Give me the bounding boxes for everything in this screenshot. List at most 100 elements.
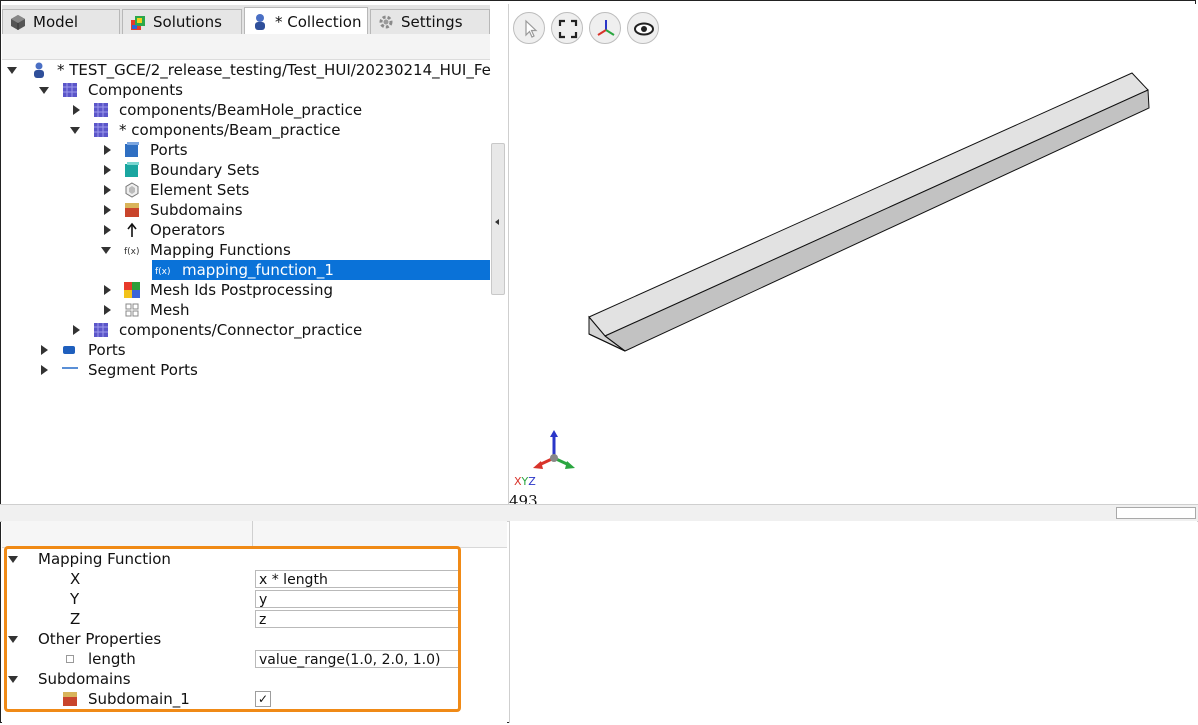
prop-z-field[interactable]: z (255, 610, 459, 628)
prop-subdomain-1-label: Subdomain_1 (88, 690, 190, 708)
prop-row-z: Z z (2, 609, 507, 629)
tree-mesh-label: Mesh (150, 301, 190, 319)
expand-arrow-icon[interactable] (8, 556, 18, 563)
expand-arrow-icon[interactable] (8, 676, 18, 683)
expand-arrow-icon[interactable] (101, 247, 111, 254)
expand-arrow-icon[interactable] (104, 285, 111, 295)
axis-label-z: Z (528, 475, 536, 488)
tab-solutions-label: Solutions (153, 13, 222, 31)
expand-arrow-icon[interactable] (104, 165, 111, 175)
components-cube-icon (62, 82, 78, 98)
prop-y-label: Y (70, 590, 80, 608)
tab-bar: Model Solutions * Collection Settings (2, 5, 490, 35)
tree-mesh-ids-label: Mesh Ids Postprocessing (150, 281, 334, 299)
prop-row-x: X x * length (2, 569, 507, 589)
mesh-ids-icon (124, 282, 140, 298)
tree-boundary-sets-label: Boundary Sets (150, 161, 260, 179)
tree-mapping-function-1-label: mapping_function_1 (179, 260, 337, 280)
expand-arrow-icon[interactable] (104, 145, 111, 155)
tree-toolbar-strip (2, 34, 490, 60)
prop-length-label: length (88, 650, 136, 668)
collection-icon (31, 62, 47, 78)
collapse-arrow-icon[interactable] (495, 219, 499, 225)
property-header (2, 521, 507, 548)
expand-arrow-icon[interactable] (8, 636, 18, 643)
component-cube-icon (93, 122, 109, 138)
expand-arrow-icon[interactable] (104, 185, 111, 195)
gear-icon (377, 13, 395, 31)
tab-collection[interactable]: * Collection (244, 7, 368, 35)
tree-ports-inner-label: Ports (150, 141, 188, 159)
component-cube-icon (93, 322, 109, 338)
prop-group-other-label: Other Properties (38, 630, 162, 648)
prop-group-subdomains-label: Subdomains (38, 670, 131, 688)
tree-ports-label: Ports (88, 341, 126, 359)
axis-label-x: X (514, 475, 522, 488)
segment-ports-icon (62, 362, 78, 378)
tree-root-label: * TEST_GCE/2_release_testing/Test_HUI/20… (57, 61, 491, 79)
tree-mapping-functions-label: Mapping Functions (150, 241, 291, 259)
ports-icon (124, 142, 140, 158)
property-panel: Mapping Function X x * length Y y Z z Ot… (2, 521, 507, 723)
expand-arrow-icon[interactable] (104, 225, 111, 235)
3d-viewport[interactable]: XYZ 493 (508, 4, 1197, 510)
horizontal-scrollbar[interactable] (1116, 507, 1196, 519)
solutions-cube-icon (129, 13, 147, 31)
collection-icon (251, 13, 269, 31)
svg-text:f(x): f(x) (155, 267, 171, 277)
prop-row-subdomain-1: Subdomain_1 ✓ (2, 689, 507, 709)
mesh-grid-icon (124, 302, 140, 318)
svg-text:f(x): f(x) (124, 247, 140, 257)
tree-operators-label: Operators (150, 221, 225, 239)
tree-subdomains-label: Subdomains (150, 201, 243, 219)
operators-arrow-icon (124, 222, 140, 238)
tree-components-label: Components (88, 81, 183, 99)
expand-arrow-icon[interactable] (39, 87, 49, 94)
element-sets-hexagon-icon (124, 182, 140, 198)
axes-triad (533, 430, 575, 469)
beam-model[interactable] (509, 4, 1197, 504)
tree-beam-label: * components/Beam_practice (119, 121, 341, 139)
tab-collection-label: * Collection (275, 12, 362, 31)
expand-arrow-icon[interactable] (41, 365, 48, 375)
subdomain-icon (62, 691, 78, 712)
prop-length-field[interactable]: value_range(1.0, 2.0, 1.0) (255, 650, 459, 668)
tree-beamhole-label: components/BeamHole_practice (119, 101, 363, 119)
component-cube-icon (93, 102, 109, 118)
collection-tree: * TEST_GCE/2_release_testing/Test_HUI/20… (2, 60, 491, 504)
axis-legend: XYZ (514, 476, 536, 488)
tree-root[interactable]: * TEST_GCE/2_release_testing/Test_HUI/20… (2, 60, 491, 80)
property-bullet-icon (66, 655, 74, 663)
prop-x-label: X (70, 570, 81, 588)
tree-segment-ports-label: Segment Ports (88, 361, 198, 379)
tree-element-sets-label: Element Sets (150, 181, 250, 199)
tab-settings[interactable]: Settings (370, 9, 490, 34)
tab-model[interactable]: Model (2, 9, 120, 34)
prop-y-field[interactable]: y (255, 590, 459, 608)
prop-row-length: length value_range(1.0, 2.0, 1.0) (2, 649, 507, 669)
horizontal-splitter[interactable] (0, 504, 1198, 522)
model-cube-icon (9, 13, 27, 31)
expand-arrow-icon[interactable] (104, 205, 111, 215)
prop-z-label: Z (70, 610, 81, 628)
boundary-sets-icon (124, 162, 140, 178)
bottom-right-panel (509, 521, 1197, 723)
ports-icon (62, 342, 78, 358)
prop-group-mapping-function-label: Mapping Function (38, 550, 171, 568)
tab-settings-label: Settings (401, 13, 463, 31)
expand-arrow-icon[interactable] (73, 325, 80, 335)
expand-arrow-icon[interactable] (7, 67, 17, 74)
prop-x-field[interactable]: x * length (255, 570, 459, 588)
tree-mapping-function-1[interactable]: f(x) mapping_function_1 (2, 260, 490, 280)
tree-connector-label: components/Connector_practice (119, 321, 363, 339)
expand-arrow-icon[interactable] (70, 127, 80, 134)
expand-arrow-icon[interactable] (73, 105, 80, 115)
subdomains-icon (124, 202, 140, 218)
tab-solutions[interactable]: Solutions (122, 9, 242, 34)
prop-row-y: Y y (2, 589, 507, 609)
subdomain-1-checkbox[interactable]: ✓ (255, 691, 271, 707)
expand-arrow-icon[interactable] (104, 305, 111, 315)
expand-arrow-icon[interactable] (41, 345, 48, 355)
mapping-function-icon: f(x) (155, 262, 171, 278)
mapping-function-icon: f(x) (124, 242, 140, 258)
